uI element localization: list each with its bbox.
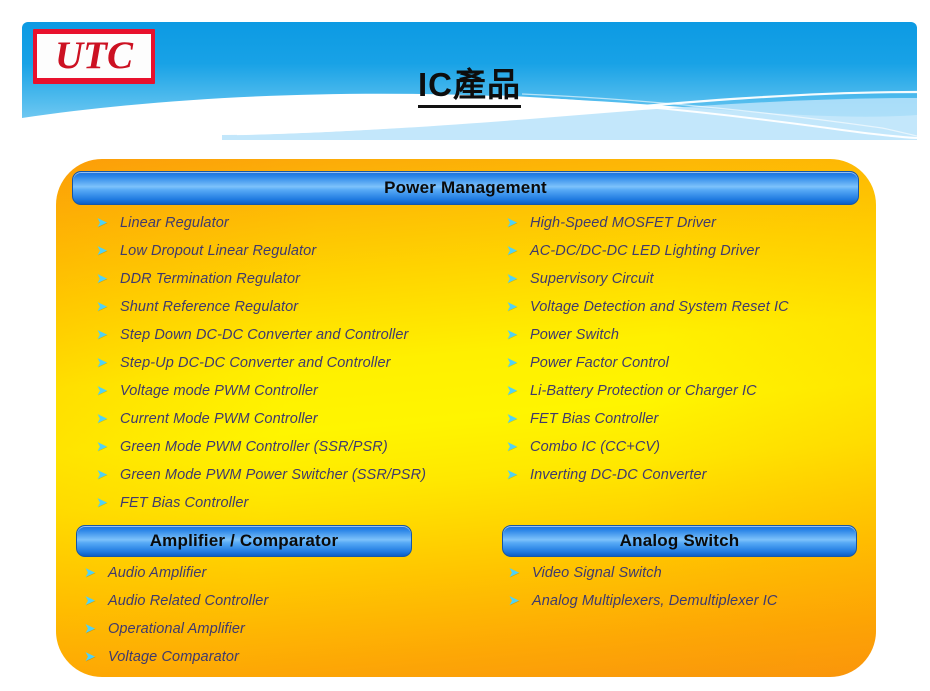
list-item-label: Power Switch bbox=[530, 327, 620, 343]
bullet-arrow-icon: ➤ bbox=[506, 411, 518, 427]
list-item[interactable]: ➤ Current Mode PWM Controller bbox=[96, 411, 426, 439]
page-title: IC產品 bbox=[22, 58, 917, 108]
list-item-label: Voltage Comparator bbox=[108, 649, 240, 665]
bullet-arrow-icon: ➤ bbox=[96, 327, 108, 343]
list-amplifier-comparator: ➤ Audio Amplifier ➤ Audio Related Contro… bbox=[84, 565, 268, 677]
bullet-arrow-icon: ➤ bbox=[96, 411, 108, 427]
list-item-label: DDR Termination Regulator bbox=[120, 271, 301, 287]
list-item-label: Voltage mode PWM Controller bbox=[120, 383, 318, 399]
list-item-label: AC-DC/DC-DC LED Lighting Driver bbox=[530, 243, 760, 259]
list-item[interactable]: ➤ Analog Multiplexers, Demultiplexer IC bbox=[508, 593, 777, 621]
list-item[interactable]: ➤ Video Signal Switch bbox=[508, 565, 777, 593]
list-item-label: Green Mode PWM Power Switcher (SSR/PSR) bbox=[120, 467, 427, 483]
list-item-label: High-Speed MOSFET Driver bbox=[530, 215, 717, 231]
bullet-arrow-icon: ➤ bbox=[84, 621, 96, 637]
list-power-management-left: ➤ Linear Regulator ➤ Low Dropout Linear … bbox=[96, 215, 426, 523]
list-item[interactable]: ➤ Green Mode PWM Power Switcher (SSR/PSR… bbox=[96, 467, 426, 495]
list-item[interactable]: ➤ Inverting DC-DC Converter bbox=[506, 467, 789, 495]
bullet-arrow-icon: ➤ bbox=[506, 383, 518, 399]
list-item[interactable]: ➤ Audio Amplifier bbox=[84, 565, 268, 593]
list-item[interactable]: ➤ Low Dropout Linear Regulator bbox=[96, 243, 426, 271]
list-item-label: Li-Battery Protection or Charger IC bbox=[530, 383, 757, 399]
section-header-power-management[interactable]: Power Management bbox=[72, 171, 859, 205]
list-item-label: Step Down DC-DC Converter and Controller bbox=[120, 327, 409, 343]
list-item[interactable]: ➤ Audio Related Controller bbox=[84, 593, 268, 621]
list-item-label: Voltage Detection and System Reset IC bbox=[530, 299, 789, 315]
list-item-label: Green Mode PWM Controller (SSR/PSR) bbox=[120, 439, 388, 455]
list-item[interactable]: ➤ Power Factor Control bbox=[506, 355, 789, 383]
bullet-arrow-icon: ➤ bbox=[96, 243, 108, 259]
list-item[interactable]: ➤ Step Down DC-DC Converter and Controll… bbox=[96, 327, 426, 355]
list-item[interactable]: ➤ Voltage Comparator bbox=[84, 649, 268, 677]
bullet-arrow-icon: ➤ bbox=[96, 215, 108, 231]
list-item-label: Low Dropout Linear Regulator bbox=[120, 243, 317, 259]
list-item[interactable]: ➤ AC-DC/DC-DC LED Lighting Driver bbox=[506, 243, 789, 271]
list-item[interactable]: ➤ Supervisory Circuit bbox=[506, 271, 789, 299]
bullet-arrow-icon: ➤ bbox=[96, 355, 108, 371]
list-item-label: Operational Amplifier bbox=[108, 621, 245, 637]
list-item[interactable]: ➤ Shunt Reference Regulator bbox=[96, 299, 426, 327]
page-title-text: IC產品 bbox=[418, 66, 521, 108]
list-item-label: FET Bias Controller bbox=[530, 411, 659, 427]
product-category-panel: Power Management ➤ Linear Regulator ➤ Lo… bbox=[56, 159, 876, 677]
list-item-label: Current Mode PWM Controller bbox=[120, 411, 318, 427]
bullet-arrow-icon: ➤ bbox=[506, 299, 518, 315]
bullet-arrow-icon: ➤ bbox=[84, 593, 96, 609]
list-item[interactable]: ➤ Step-Up DC-DC Converter and Controller bbox=[96, 355, 426, 383]
bullet-arrow-icon: ➤ bbox=[96, 467, 108, 483]
list-item-label: Analog Multiplexers, Demultiplexer IC bbox=[532, 593, 778, 609]
bullet-arrow-icon: ➤ bbox=[506, 327, 518, 343]
list-item[interactable]: ➤ Combo IC (CC+CV) bbox=[506, 439, 789, 467]
list-item[interactable]: ➤ Li-Battery Protection or Charger IC bbox=[506, 383, 789, 411]
list-item[interactable]: ➤ Voltage Detection and System Reset IC bbox=[506, 299, 789, 327]
bullet-arrow-icon: ➤ bbox=[506, 243, 518, 259]
bullet-arrow-icon: ➤ bbox=[84, 649, 96, 665]
list-item[interactable]: ➤ Green Mode PWM Controller (SSR/PSR) bbox=[96, 439, 426, 467]
list-item-label: Linear Regulator bbox=[120, 215, 229, 231]
list-item-label: Audio Related Controller bbox=[108, 593, 269, 609]
section-title-power-management: Power Management bbox=[384, 178, 547, 197]
bullet-arrow-icon: ➤ bbox=[96, 495, 108, 511]
bullet-arrow-icon: ➤ bbox=[506, 215, 518, 231]
list-item-label: Combo IC (CC+CV) bbox=[530, 439, 661, 455]
header-banner: IC產品 bbox=[22, 22, 917, 140]
list-item-label: Power Factor Control bbox=[530, 355, 669, 371]
section-title-analog-switch: Analog Switch bbox=[619, 531, 740, 550]
list-item-label: FET Bias Controller bbox=[120, 495, 249, 511]
list-item[interactable]: ➤ High-Speed MOSFET Driver bbox=[506, 215, 789, 243]
list-item[interactable]: ➤ Operational Amplifier bbox=[84, 621, 268, 649]
list-item[interactable]: ➤ DDR Termination Regulator bbox=[96, 271, 426, 299]
bullet-arrow-icon: ➤ bbox=[96, 439, 108, 455]
bullet-arrow-icon: ➤ bbox=[96, 299, 108, 315]
list-item[interactable]: ➤ Power Switch bbox=[506, 327, 789, 355]
list-item-label: Audio Amplifier bbox=[108, 565, 207, 581]
list-item-label: Step-Up DC-DC Converter and Controller bbox=[120, 355, 391, 371]
bullet-arrow-icon: ➤ bbox=[506, 467, 518, 483]
list-item-label: Inverting DC-DC Converter bbox=[530, 467, 707, 483]
list-analog-switch: ➤ Video Signal Switch ➤ Analog Multiplex… bbox=[508, 565, 777, 621]
list-item[interactable]: ➤ Voltage mode PWM Controller bbox=[96, 383, 426, 411]
section-title-amplifier-comparator: Amplifier / Comparator bbox=[149, 531, 339, 550]
bullet-arrow-icon: ➤ bbox=[506, 271, 518, 287]
bullet-arrow-icon: ➤ bbox=[506, 355, 518, 371]
section-header-amplifier-comparator[interactable]: Amplifier / Comparator bbox=[76, 525, 412, 557]
list-item-label: Supervisory Circuit bbox=[530, 271, 654, 287]
bullet-arrow-icon: ➤ bbox=[508, 593, 520, 609]
list-power-management-right: ➤ High-Speed MOSFET Driver ➤ AC-DC/DC-DC… bbox=[506, 215, 789, 495]
logo-inner-plate: UTC bbox=[37, 34, 151, 78]
list-item[interactable]: ➤ Linear Regulator bbox=[96, 215, 426, 243]
bullet-arrow-icon: ➤ bbox=[96, 271, 108, 287]
list-item[interactable]: ➤ FET Bias Controller bbox=[96, 495, 426, 523]
bullet-arrow-icon: ➤ bbox=[506, 439, 518, 455]
list-item[interactable]: ➤ FET Bias Controller bbox=[506, 411, 789, 439]
logo-text: UTC bbox=[55, 33, 133, 77]
list-item-label: Video Signal Switch bbox=[532, 565, 662, 581]
list-item-label: Shunt Reference Regulator bbox=[120, 299, 299, 315]
bullet-arrow-icon: ➤ bbox=[84, 565, 96, 581]
bullet-arrow-icon: ➤ bbox=[508, 565, 520, 581]
bullet-arrow-icon: ➤ bbox=[96, 383, 108, 399]
utc-logo: UTC bbox=[33, 29, 155, 84]
section-header-analog-switch[interactable]: Analog Switch bbox=[502, 525, 857, 557]
